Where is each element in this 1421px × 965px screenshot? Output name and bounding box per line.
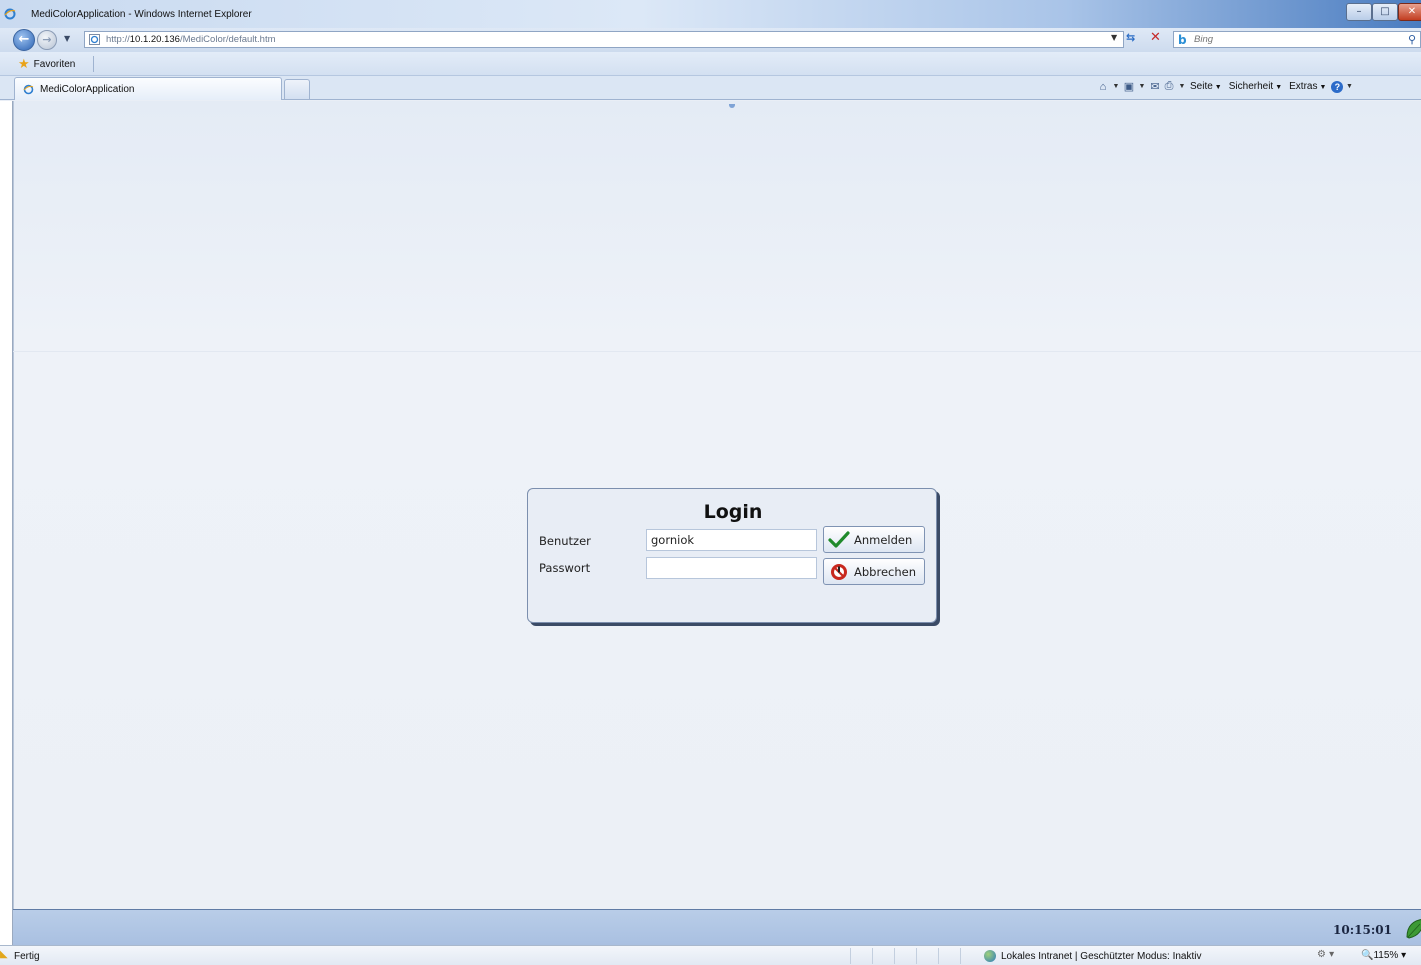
maximize-button[interactable]: □ [1372, 3, 1398, 21]
url-text[interactable]: http://10.1.20.136/MediColor/default.htm [106, 34, 276, 45]
bing-icon: b [1178, 33, 1187, 47]
favorites-label: Favoriten [33, 58, 76, 70]
user-field[interactable] [646, 529, 817, 551]
cancel-button-label: Abbrechen [854, 564, 916, 579]
address-bar[interactable]: http://10.1.20.136/MediColor/default.htm [84, 31, 1124, 48]
favorites-button[interactable]: ★ Favoriten [18, 56, 76, 72]
favorites-bar: ★ Favoriten [0, 52, 1421, 76]
login-button[interactable]: Anmelden [823, 526, 925, 553]
url-path: /MediColor/default.htm [179, 34, 276, 45]
leaf-icon [1406, 919, 1421, 939]
command-bar: ⌂ ▼ ▣ ▼ ✉ ⎙ ▼ Seite ▼ Sicherheit ▼ Extras ▼… [1096, 80, 1355, 93]
ie-logo-icon [4, 8, 16, 20]
close-button[interactable]: ✕ [1398, 3, 1421, 21]
recent-pages-dropdown-icon[interactable]: ▼ [64, 34, 70, 43]
maximize-icon: □ [1380, 6, 1390, 17]
clock: 10:15:01 [1333, 923, 1392, 937]
minimize-button[interactable]: – [1346, 3, 1372, 21]
checkmark-icon [824, 530, 854, 549]
mail-icon[interactable]: ✉ [1148, 80, 1162, 93]
tools-menu[interactable]: Extras ▼ [1289, 81, 1326, 92]
home-icon[interactable]: ⌂ [1096, 81, 1110, 93]
zone-text: Lokales Intranet | Geschützter Modus: In… [1001, 950, 1202, 962]
url-host: 10.1.20.136 [129, 34, 180, 45]
feeds-dropdown-icon[interactable]: ▼ [1136, 83, 1148, 90]
browser-status-bar: ◣ Fertig Lokales Intranet | Geschützter … [0, 945, 1421, 965]
safety-menu[interactable]: Sicherheit ▼ [1229, 81, 1282, 92]
help-dropdown-icon[interactable]: ▼ [1343, 83, 1355, 90]
cancel-icon [824, 563, 854, 581]
page-menu-label: Seite [1190, 81, 1213, 92]
left-gutter [0, 101, 13, 945]
safety-menu-label: Sicherheit [1228, 81, 1274, 92]
status-panels [850, 948, 982, 964]
window-title: MediColorApplication - Windows Internet … [31, 9, 252, 20]
window-title-bar: MediColorApplication - Windows Internet … [0, 0, 1421, 28]
print-dropdown-icon[interactable]: ▼ [1176, 83, 1188, 90]
help-icon[interactable]: ? [1331, 80, 1344, 93]
new-tab-button[interactable] [284, 79, 310, 99]
search-input[interactable] [1194, 33, 1394, 46]
login-dialog: Login Benutzer Passwort Anmelden Abbrech… [527, 488, 937, 623]
search-icon[interactable]: ⚲ [1408, 33, 1416, 46]
divider [93, 56, 94, 72]
zoom-text: 115% [1373, 950, 1399, 961]
cancel-button[interactable]: Abbrechen [823, 558, 925, 585]
protected-mode-icon[interactable]: ⚙ ▾ [1317, 949, 1334, 960]
address-dropdown-icon[interactable]: ▼ [1111, 33, 1117, 42]
back-button[interactable]: ← [13, 29, 35, 51]
feeds-icon[interactable]: ▣ [1122, 80, 1136, 93]
address-toolbar: ← → ▼ http://10.1.20.136/MediColor/defau… [0, 28, 1421, 52]
user-label: Benutzer [539, 534, 591, 548]
security-zone[interactable]: Lokales Intranet | Geschützter Modus: In… [984, 950, 1201, 962]
login-button-label: Anmelden [854, 532, 913, 547]
home-dropdown-icon[interactable]: ▼ [1110, 83, 1122, 90]
ie-page-icon [23, 84, 34, 95]
forward-arrow-icon: → [42, 33, 52, 46]
tab-label: MediColorApplication [40, 84, 135, 95]
tools-menu-label: Extras [1289, 81, 1318, 92]
star-icon: ★ [18, 56, 30, 72]
back-arrow-icon: ← [18, 32, 30, 47]
refresh-icon[interactable]: ⇆ [1126, 31, 1135, 44]
app-status-bar: 10:15:01 [13, 909, 1421, 945]
password-label: Passwort [539, 561, 591, 575]
chevron-down-icon: ▼ [1275, 84, 1283, 91]
password-field[interactable] [646, 557, 817, 579]
intranet-globe-icon [984, 950, 996, 962]
status-text: Fertig [14, 951, 40, 962]
zoom-level[interactable]: 🔍115% ▾ [1361, 950, 1406, 961]
tab-medicolor[interactable]: MediColorApplication [14, 77, 282, 100]
forward-button[interactable]: → [37, 30, 57, 50]
print-icon[interactable]: ⎙ [1162, 80, 1176, 93]
warning-icon: ◣ [0, 949, 8, 960]
close-icon: ✕ [1407, 6, 1417, 17]
divider [13, 351, 1421, 352]
page-menu[interactable]: Seite ▼ [1190, 81, 1222, 92]
search-box[interactable]: b ⚲ [1173, 31, 1421, 48]
stop-icon[interactable]: ✕ [1150, 30, 1161, 45]
login-title: Login [703, 501, 763, 523]
minimize-icon: – [1356, 6, 1362, 17]
tab-bar: MediColorApplication ⌂ ▼ ▣ ▼ ✉ ⎙ ▼ Seite… [0, 76, 1421, 100]
page-ie-icon [89, 34, 100, 45]
url-prefix: http:// [106, 34, 130, 45]
chevron-down-icon: ▼ [1319, 84, 1327, 91]
chevron-down-icon: ▼ [1214, 84, 1222, 91]
